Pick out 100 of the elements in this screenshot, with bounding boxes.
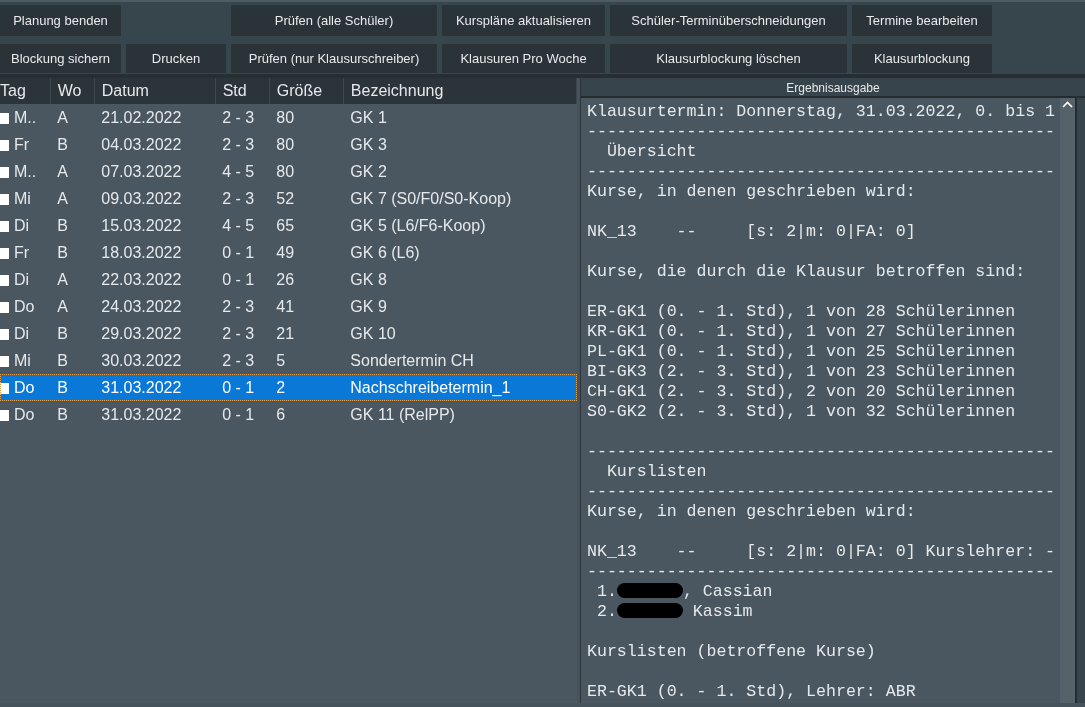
table-cell: 80 — [276, 108, 295, 126]
table-cell: 80 — [276, 135, 295, 153]
checkbox[interactable] — [0, 355, 9, 367]
toolbar-button[interactable]: Prüfen (alle Schüler) — [231, 5, 437, 36]
table-cell: Di — [14, 270, 30, 288]
checkbox[interactable] — [0, 220, 9, 232]
checkbox[interactable] — [0, 139, 9, 151]
table-cell: GK 5 (L6/F6-Koop) — [350, 216, 486, 234]
table-cell: 41 — [276, 297, 295, 315]
table-cell: 2 - 3 — [222, 135, 255, 153]
output-line: ----------------------------------------------- — [587, 482, 1056, 501]
output-line: ----------------------------------------------- — [587, 562, 1056, 581]
table-row[interactable]: Mi B 30.03.2022 2 - 3 5 Sondertermin CH — [0, 347, 577, 374]
output-line: Übersicht — [605, 142, 697, 161]
column-header[interactable]: Tag — [0, 78, 51, 104]
table-row[interactable]: M.. A 07.03.2022 4 - 5 80 GK 2 — [0, 158, 577, 185]
table-cell: B — [57, 351, 68, 369]
table-cell: A — [57, 162, 68, 180]
toolbar-button[interactable]: Klausurblockung — [852, 44, 992, 73]
table-cell: A — [57, 297, 68, 315]
table-cell: B — [57, 378, 68, 396]
checkbox[interactable] — [0, 328, 9, 340]
toolbar-button[interactable]: Klausurblockung löschen — [610, 44, 847, 73]
table-cell: Di — [14, 216, 30, 234]
checkbox[interactable] — [0, 409, 9, 421]
table-cell: Do — [14, 297, 35, 315]
redaction-mark — [616, 603, 683, 618]
table-cell: B — [57, 243, 68, 261]
student-name: Kassim — [691, 602, 753, 621]
table-cell: 15.03.2022 — [101, 216, 182, 234]
table-cell: 18.03.2022 — [101, 243, 182, 261]
checkbox[interactable] — [0, 274, 9, 286]
output-line: KR-GK1 (0. - 1. Std), 1 von 27 Schülerinnen — [587, 322, 1016, 341]
output-line: BI-GK3 (2. - 3. Std), 1 von 23 Schülerinnen — [587, 362, 1016, 381]
column-header[interactable]: Größe — [269, 78, 344, 104]
table-cell: Mi — [14, 189, 31, 207]
table-cell: 26 — [276, 270, 295, 288]
table-cell: 2 - 3 — [222, 351, 255, 369]
table-row[interactable]: Di B 15.03.2022 4 - 5 65 GK 5 (L6/F6-Koop) — [0, 212, 577, 239]
table-row[interactable]: Mi A 09.03.2022 2 - 3 52 GK 7 (S0/F0/S0-Koop) — [0, 185, 577, 212]
table-cell: 30.03.2022 — [101, 351, 182, 369]
column-header[interactable]: Wo — [50, 78, 95, 104]
table-cell: 04.03.2022 — [101, 135, 182, 153]
table-cell: B — [57, 135, 68, 153]
table-cell: 21.02.2022 — [101, 108, 182, 126]
table-cell: M.. — [14, 108, 37, 126]
list-number: 1. — [595, 582, 617, 601]
table-row[interactable]: Fr B 18.03.2022 0 - 1 49 GK 6 (L6) — [0, 239, 577, 266]
checkbox[interactable] — [0, 112, 9, 124]
table-cell: Do — [14, 378, 35, 396]
toolbar-button[interactable]: Schüler-Terminüberschneidungen — [610, 5, 847, 36]
table-cell: 0 - 1 — [222, 243, 255, 261]
table-cell: 07.03.2022 — [101, 162, 182, 180]
redaction-mark — [616, 583, 683, 598]
table-row[interactable]: Di B 29.03.2022 2 - 3 21 GK 10 — [0, 320, 577, 347]
table-row[interactable]: Di A 22.03.2022 0 - 1 26 GK 8 — [0, 266, 577, 293]
table-row[interactable]: Do B 31.03.2022 0 - 1 6 GK 11 (RelPP) — [0, 401, 577, 428]
table-row[interactable]: M.. A 21.02.2022 2 - 3 80 GK 1 — [0, 104, 577, 131]
table-cell: B — [57, 324, 68, 342]
toolbar-button[interactable]: Termine bearbeiten — [852, 5, 992, 36]
output-line: Klausurtermin: Donnerstag, 31.03.2022, 0. bis 1 — [587, 102, 1056, 121]
checkbox[interactable] — [0, 247, 9, 259]
table-cell: GK 8 — [350, 270, 387, 288]
output-line: PL-GK1 (0. - 1. Std), 1 von 25 Schülerinnen — [587, 342, 1016, 361]
table-cell: 80 — [276, 162, 295, 180]
column-header[interactable]: Std — [215, 78, 270, 104]
toolbar-button[interactable]: Prüfen (nur Klausurschreiber) — [231, 44, 437, 73]
checkbox[interactable] — [0, 193, 9, 205]
column-header[interactable]: Datum — [94, 78, 216, 104]
table-cell: GK 2 — [350, 162, 387, 180]
table-cell: 6 — [276, 405, 286, 423]
table-cell: 24.03.2022 — [101, 297, 182, 315]
table-cell: Mi — [14, 351, 31, 369]
table-cell: Fr — [14, 243, 30, 261]
table-cell: Nachschreibetermin_1 — [350, 378, 511, 396]
table-cell: 4 - 5 — [222, 162, 255, 180]
table-cell: 52 — [276, 189, 295, 207]
table-row[interactable]: Do B 31.03.2022 0 - 1 2 Nachschreibetermin_1 — [0, 374, 577, 401]
table-row[interactable]: Do A 24.03.2022 2 - 3 41 GK 9 — [0, 293, 577, 320]
checkbox[interactable] — [0, 301, 9, 313]
table-cell: GK 9 — [350, 297, 387, 315]
toolbar-button[interactable]: Blockung sichern — [0, 44, 121, 73]
output-line: ER-GK1 (0. - 1. Std), Lehrer: ABR — [587, 682, 916, 701]
toolbar-button[interactable]: Planung benden — [0, 5, 121, 36]
toolbar-button[interactable]: Kurspläne aktualisieren — [442, 5, 605, 36]
table-cell: 2 - 3 — [222, 108, 255, 126]
checkbox[interactable] — [0, 166, 9, 178]
table-cell: A — [57, 189, 68, 207]
panel-title: Ergebnisausgabe — [581, 78, 1085, 98]
table-cell: 2 - 3 — [222, 297, 255, 315]
table-row[interactable]: Fr B 04.03.2022 2 - 3 80 GK 3 — [0, 131, 577, 158]
table-cell: 5 — [276, 351, 286, 369]
checkbox[interactable] — [0, 382, 9, 394]
table-cell: Di — [14, 324, 30, 342]
toolbar-button[interactable]: Drucken — [126, 44, 226, 73]
column-header[interactable]: Bezeichnung — [343, 78, 577, 104]
toolbar-button[interactable]: Klausuren Pro Woche — [442, 44, 605, 73]
output-line: Kurslisten — [605, 462, 707, 481]
table-cell: 2 — [276, 378, 286, 396]
table-cell: 49 — [276, 243, 295, 261]
